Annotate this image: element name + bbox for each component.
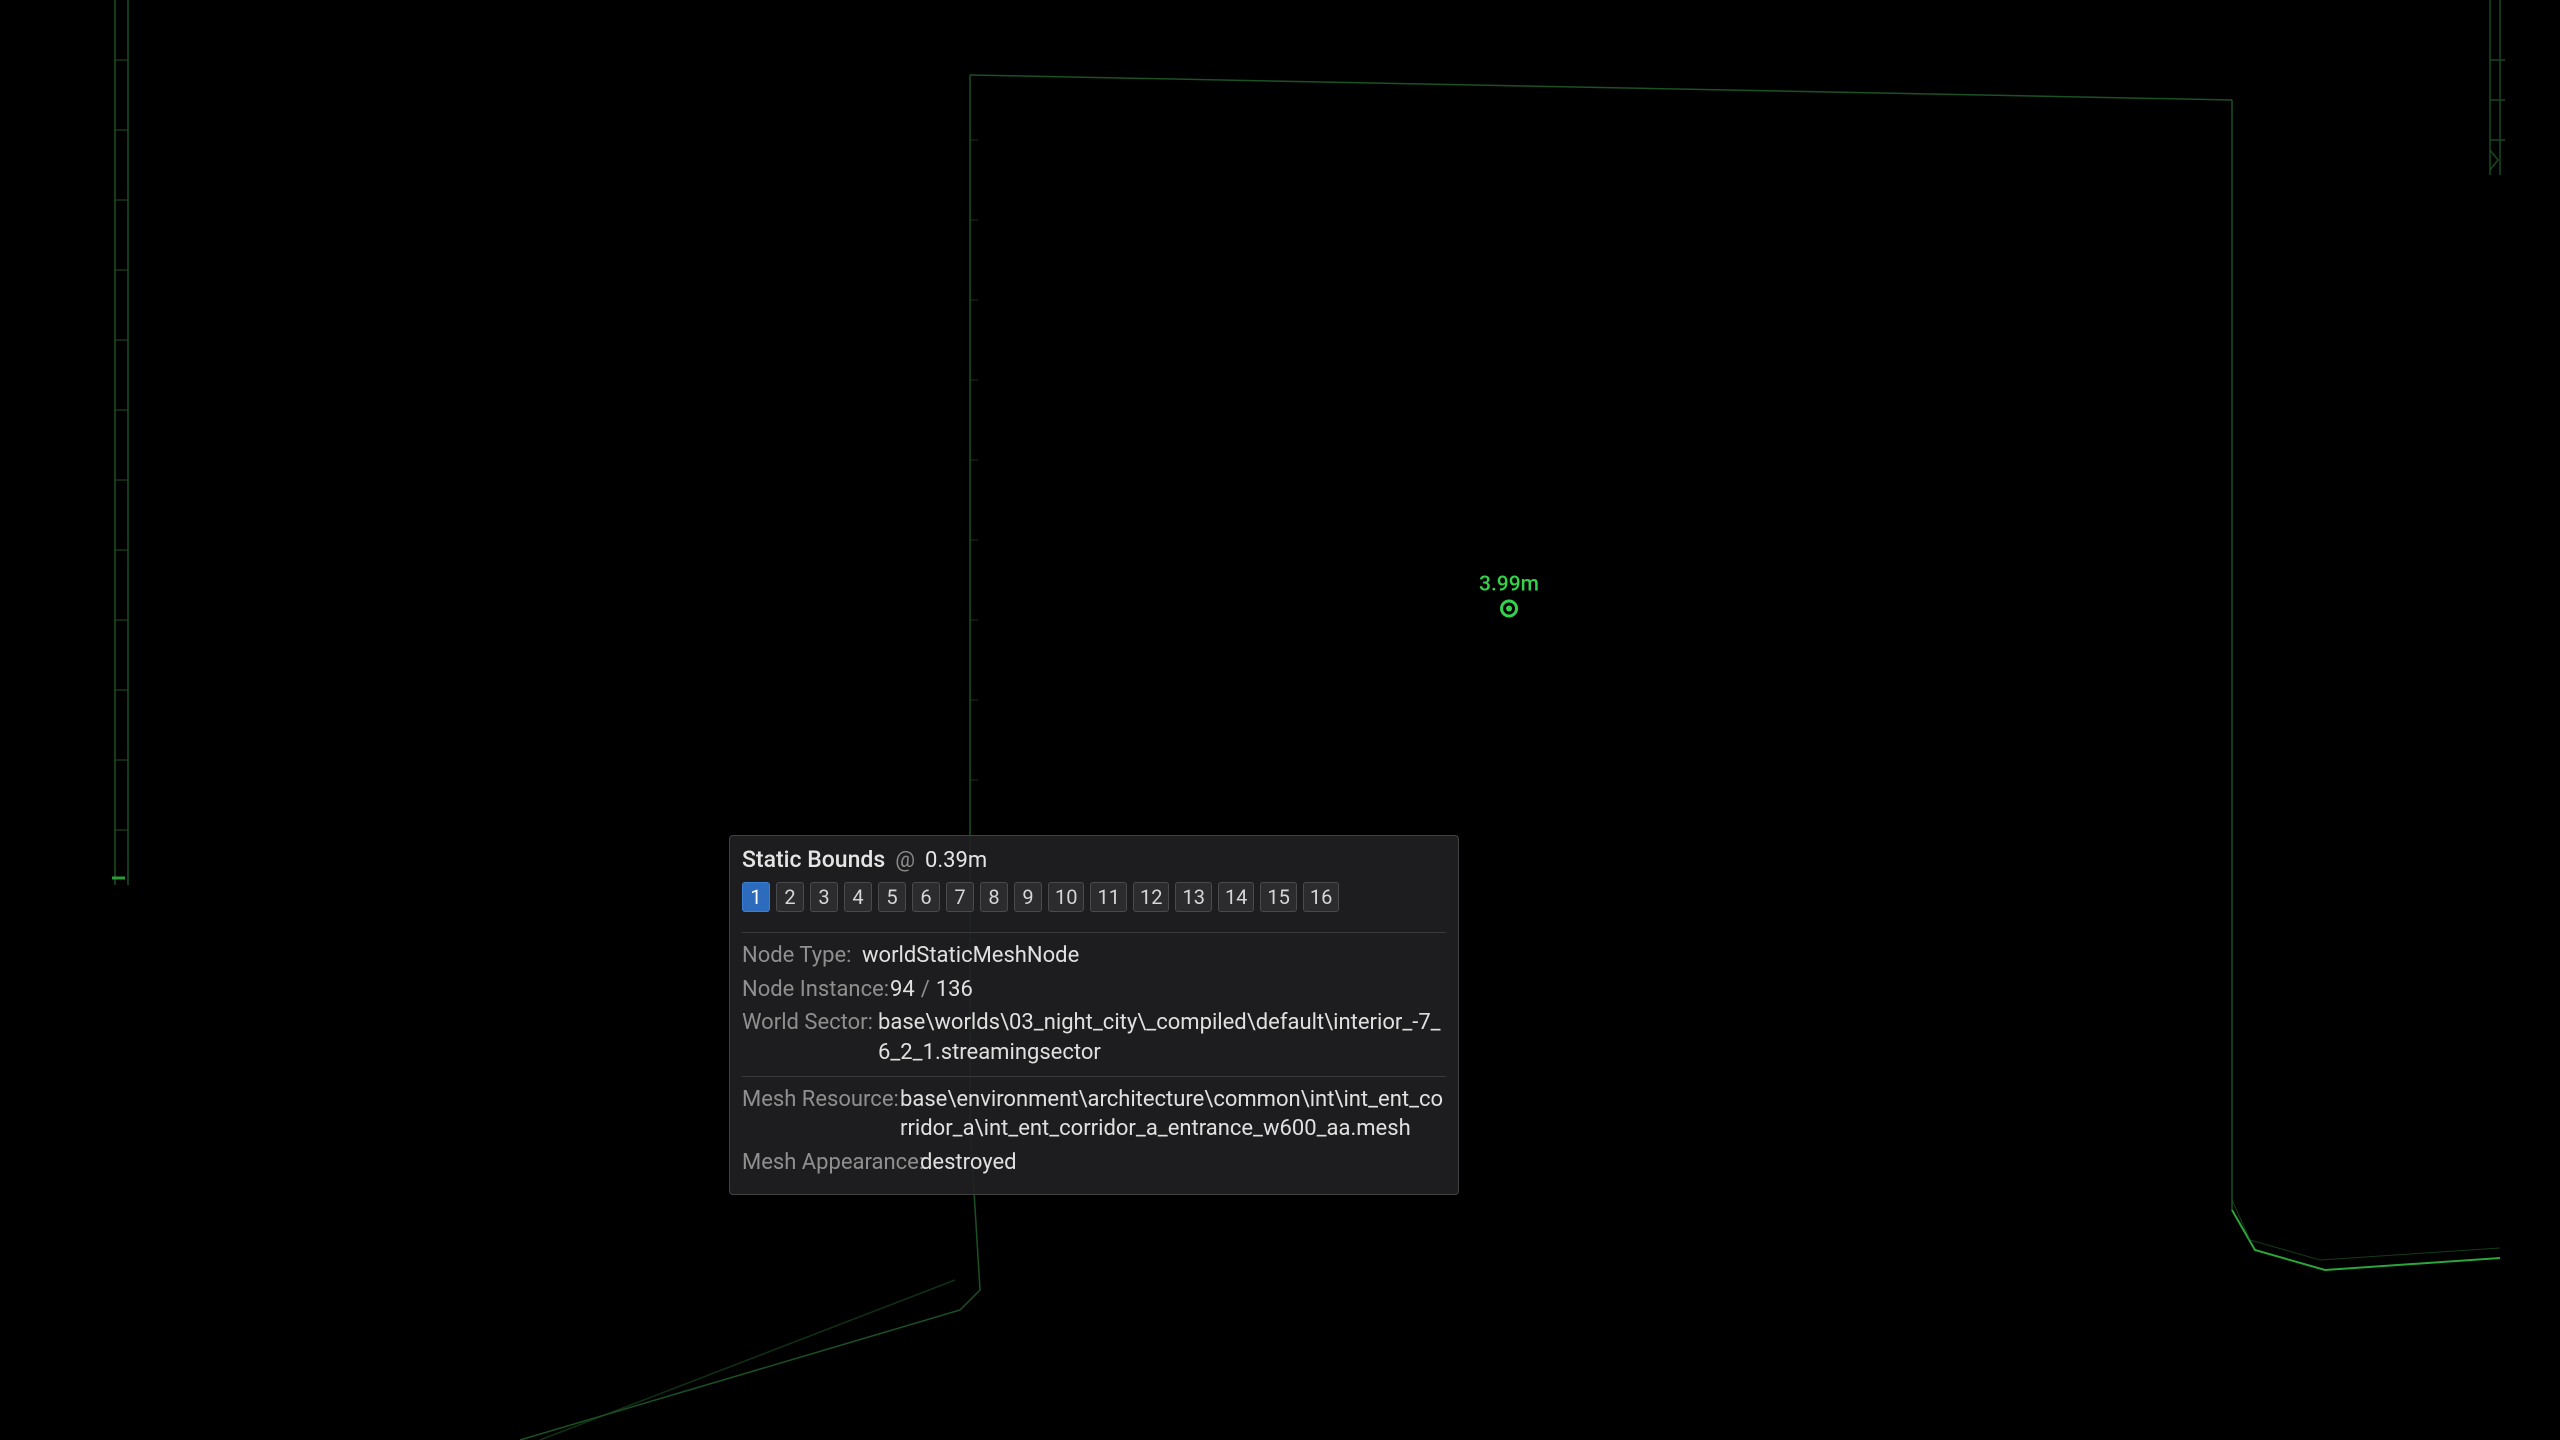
world-sector-label: World Sector: (742, 1008, 870, 1038)
instance-tab-4[interactable]: 4 (844, 882, 872, 912)
target-distance-label: 3.99m (1479, 573, 1539, 597)
mesh-appearance-row: Mesh Appearance: destroyed (742, 1148, 1446, 1178)
panel-header: Static Bounds @ 0.39m (742, 846, 1446, 873)
mesh-resource-value: base\environment\architecture\common\int… (900, 1085, 1446, 1144)
instance-tab-6[interactable]: 6 (912, 882, 940, 912)
world-sector-row: World Sector: base\worlds\03_night_city\… (742, 1008, 1446, 1067)
world-sector-value: base\worlds\03_night_city\_compiled\defa… (878, 1008, 1446, 1067)
viewport-3d[interactable]: 3.99m Static Bounds @ 0.39m 123456789101… (0, 0, 2560, 1440)
instance-tab-11[interactable]: 11 (1090, 882, 1126, 912)
node-instance-value-b: 136 (936, 975, 973, 1005)
node-instance-row: Node Instance: 94 / 136 (742, 975, 1446, 1005)
instance-tab-12[interactable]: 12 (1133, 882, 1169, 912)
instance-tab-3[interactable]: 3 (810, 882, 838, 912)
instance-tab-5[interactable]: 5 (878, 882, 906, 912)
node-instance-label: Node Instance: (742, 975, 882, 1005)
instance-tab-14[interactable]: 14 (1218, 882, 1254, 912)
node-type-label: Node Type: (742, 941, 854, 971)
wireframe-overlay (0, 0, 2560, 1440)
instance-tab-16[interactable]: 16 (1303, 882, 1339, 912)
node-type-row: Node Type: worldStaticMeshNode (742, 941, 1446, 971)
instance-tab-15[interactable]: 15 (1260, 882, 1296, 912)
instance-tab-8[interactable]: 8 (980, 882, 1008, 912)
panel-title: Static Bounds (742, 846, 885, 873)
node-instance-sep: / (921, 975, 930, 1005)
node-instance-value-a: 94 (890, 975, 915, 1005)
mesh-resource-label: Mesh Resource: (742, 1085, 892, 1115)
mesh-appearance-label: Mesh Appearance: (742, 1148, 912, 1178)
mesh-info-block: Mesh Resource: base\environment\architec… (742, 1076, 1446, 1178)
panel-distance: 0.39m (925, 848, 987, 873)
instance-tab-1[interactable]: 1 (742, 882, 770, 912)
panel-at-symbol: @ (895, 848, 915, 873)
instance-tab-2[interactable]: 2 (776, 882, 804, 912)
target-reticle-icon (1500, 600, 1518, 618)
instance-tab-13[interactable]: 13 (1175, 882, 1211, 912)
instance-tab-9[interactable]: 9 (1014, 882, 1042, 912)
instance-tab-10[interactable]: 10 (1048, 882, 1084, 912)
mesh-resource-row: Mesh Resource: base\environment\architec… (742, 1085, 1446, 1144)
instance-tabs: 12345678910111213141516 (742, 882, 1446, 922)
node-info-block: Node Type: worldStaticMeshNode Node Inst… (742, 932, 1446, 1068)
node-type-value: worldStaticMeshNode (862, 941, 1446, 971)
mesh-appearance-value: destroyed (920, 1148, 1446, 1178)
target-marker: 3.99m (1479, 573, 1539, 618)
node-info-panel: Static Bounds @ 0.39m 123456789101112131… (729, 835, 1459, 1195)
instance-tab-7[interactable]: 7 (946, 882, 974, 912)
